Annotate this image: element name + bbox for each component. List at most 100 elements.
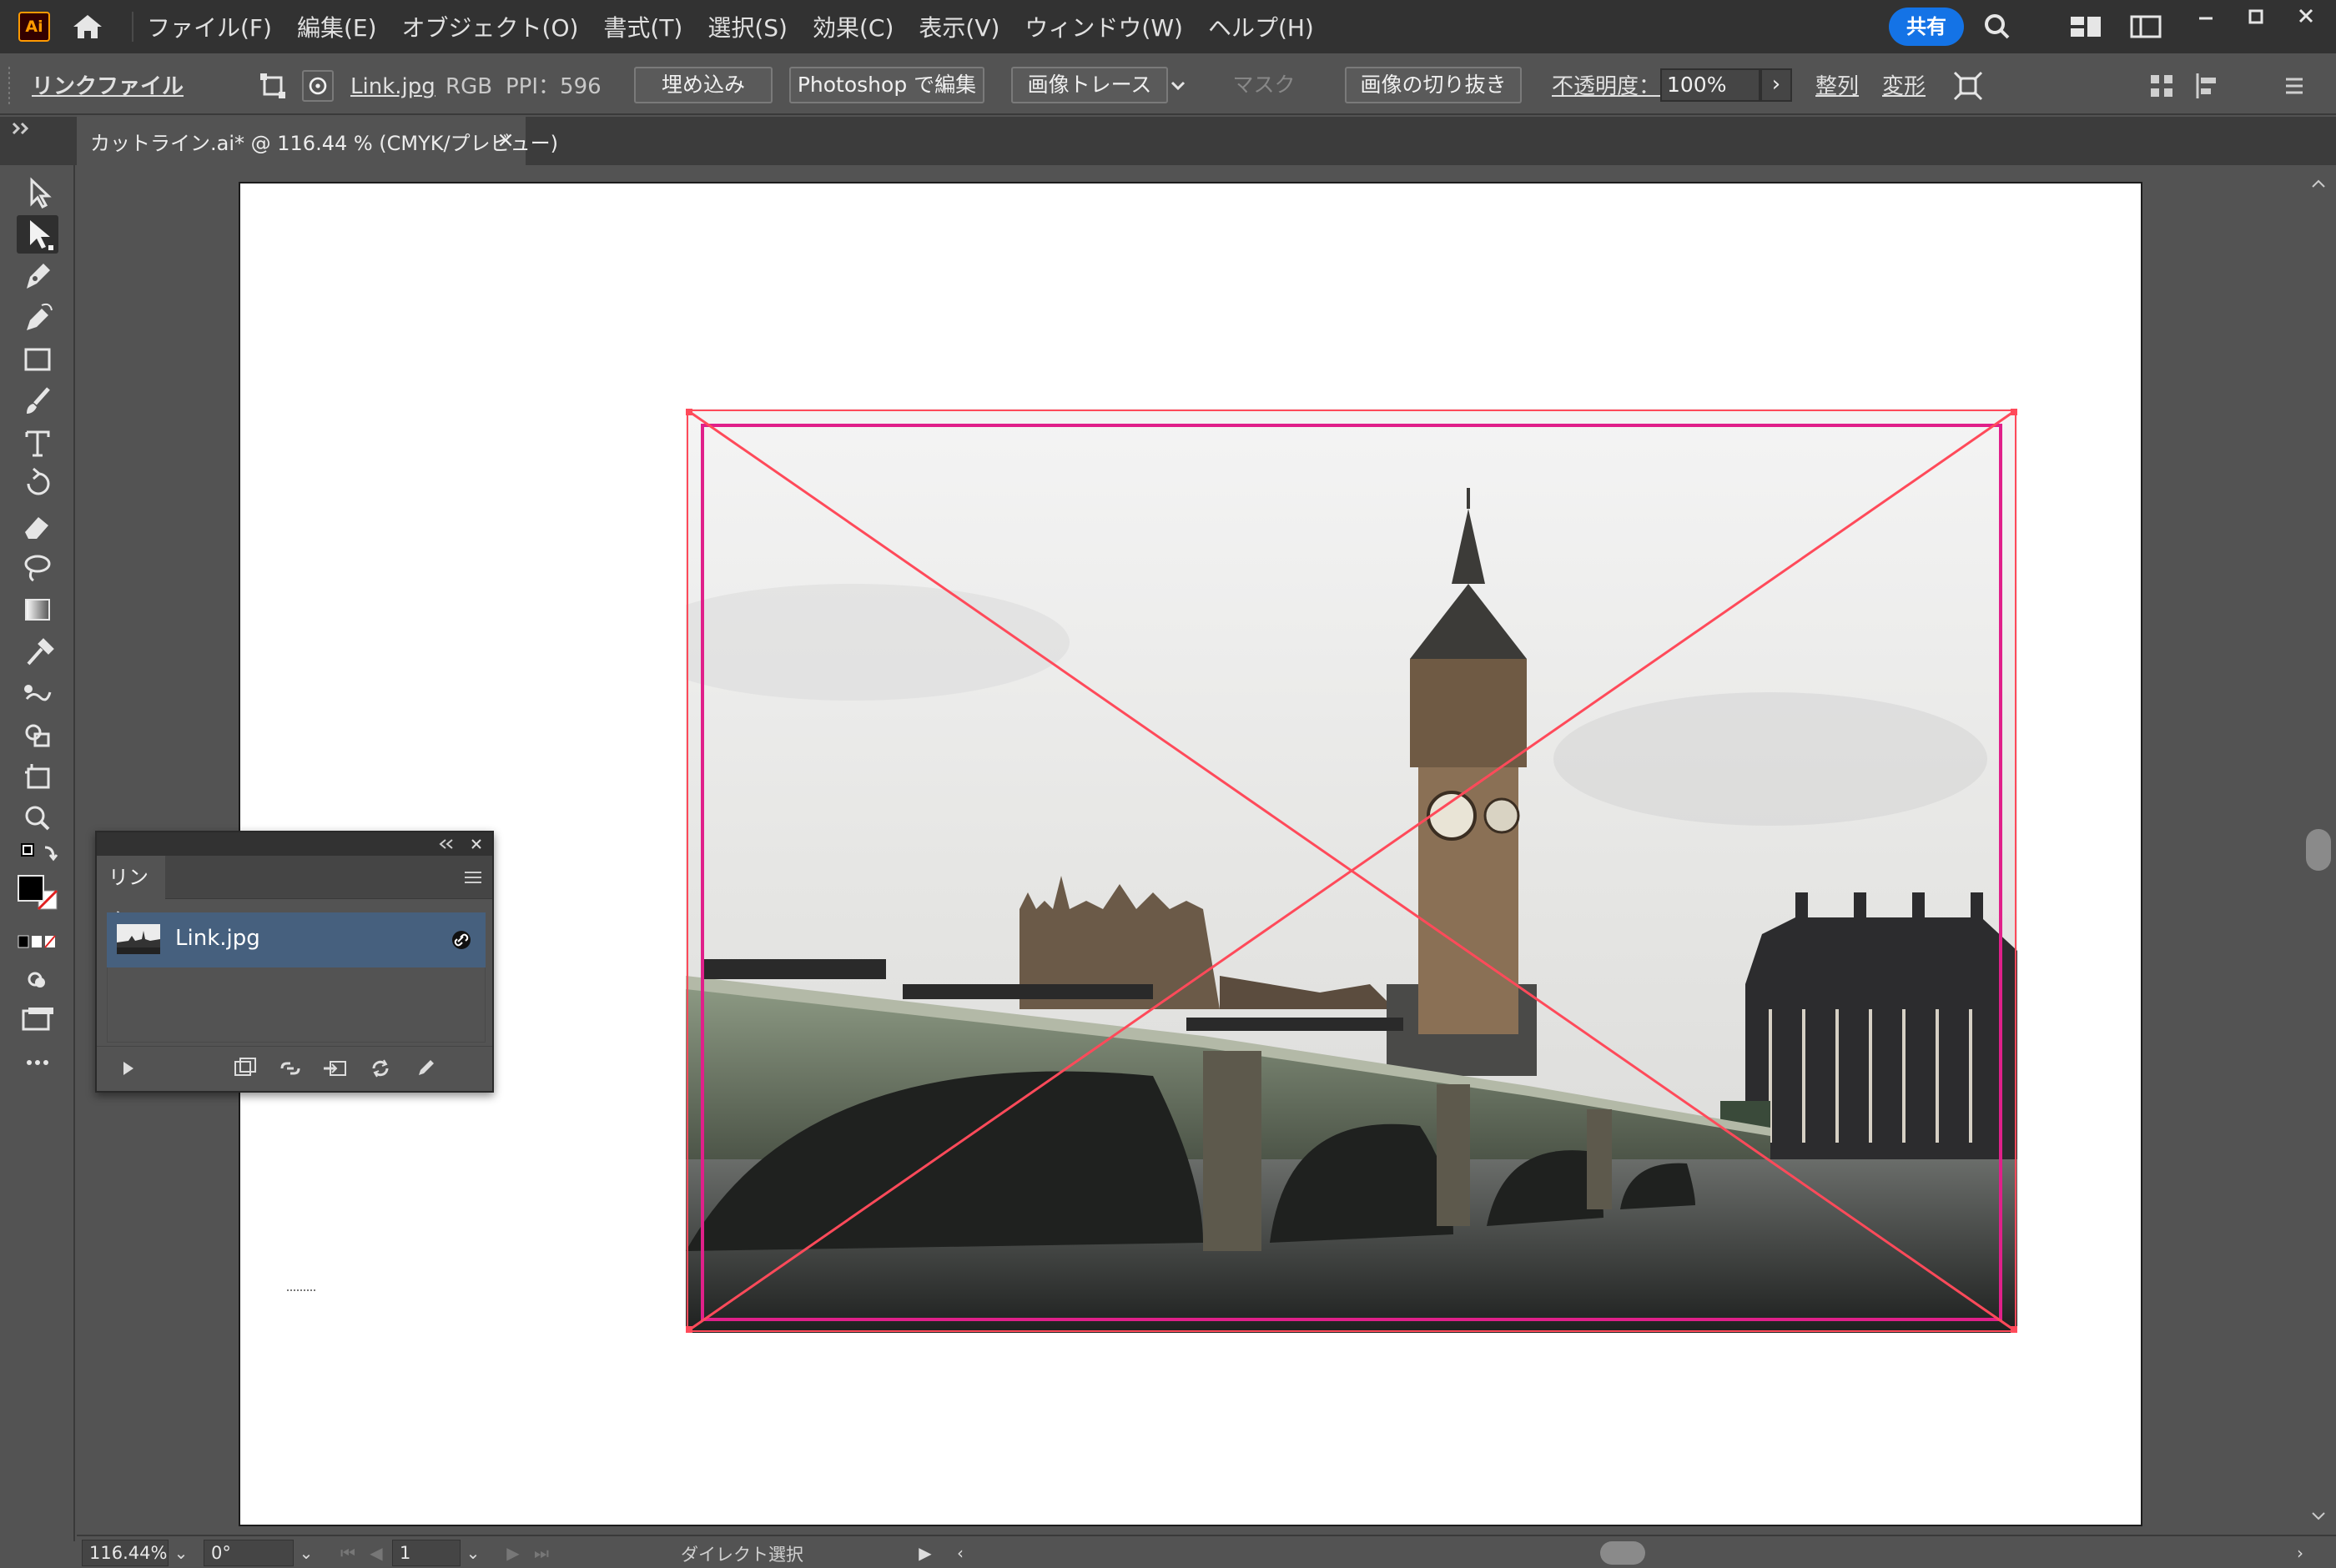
share-button[interactable]: 共有 — [1889, 8, 1964, 46]
close-tab-icon[interactable]: × — [494, 128, 517, 152]
menu-separator — [132, 12, 133, 42]
rectangle-tool-icon[interactable] — [17, 340, 58, 379]
menu-select[interactable]: 選択(S) — [707, 10, 788, 43]
control-bar-menu-icon[interactable] — [2278, 70, 2309, 102]
edit-in-photoshop-button[interactable]: Photoshop で編集 — [789, 67, 984, 103]
panel-resize-grip[interactable] — [285, 1287, 319, 1294]
align-link[interactable]: 整列 — [1815, 72, 1859, 102]
link-bounds-icon[interactable] — [257, 70, 289, 102]
zoom-level-field[interactable]: 116.44% — [82, 1540, 169, 1566]
scroll-up-icon[interactable] — [2309, 177, 2328, 190]
gradient-tool-icon[interactable] — [17, 591, 58, 629]
rotation-field[interactable]: 0° — [204, 1540, 294, 1566]
workspace-switcher-icon[interactable] — [2069, 13, 2102, 40]
lasso-tool-icon[interactable] — [17, 549, 58, 587]
document-tab-bar: カットライン.ai* @ 116.44 % (CMYK/プレビュー) × — [0, 117, 2336, 165]
edit-toolbar-icon[interactable] — [17, 1048, 58, 1078]
selection-tool-icon[interactable] — [17, 173, 58, 212]
last-artboard-icon[interactable]: ⏭ — [529, 1540, 554, 1566]
menu-effect[interactable]: 効果(C) — [813, 10, 894, 43]
control-bar: リンクファイル Link.jpg RGB PPI：596 埋め込み Photos… — [0, 58, 2336, 115]
relink-icon[interactable] — [275, 1057, 305, 1080]
menu-type[interactable]: 書式(T) — [603, 10, 682, 43]
selection-bounding-box[interactable] — [686, 409, 2017, 1333]
paintbrush-tool-icon[interactable] — [17, 382, 58, 420]
scroll-left-icon[interactable]: ‹ — [948, 1540, 973, 1566]
home-icon[interactable] — [70, 12, 105, 42]
blend-tool-icon[interactable] — [17, 674, 58, 712]
update-link-icon[interactable] — [365, 1057, 395, 1080]
links-panel-titlebar[interactable] — [97, 832, 492, 856]
pen-tool-icon[interactable] — [17, 257, 58, 295]
menu-edit[interactable]: 編集(E) — [297, 10, 377, 43]
link-file-label[interactable]: リンクファイル — [32, 72, 184, 102]
scroll-right-icon[interactable]: › — [2288, 1540, 2313, 1566]
menu-window[interactable]: ウィンドウ(W) — [1025, 10, 1183, 43]
isolate-object-icon[interactable] — [1952, 70, 1984, 102]
color-mode-icons[interactable] — [17, 929, 58, 954]
zoom-tool-icon[interactable] — [17, 799, 58, 837]
menu-help[interactable]: ヘルプ(H) — [1208, 10, 1314, 43]
vertical-scrollbar[interactable] — [2301, 165, 2336, 1535]
embed-button[interactable]: 埋め込み — [634, 67, 773, 103]
swap-fill-stroke-icon[interactable] — [17, 839, 58, 869]
image-trace-button[interactable]: 画像トレース — [1011, 67, 1168, 103]
opacity-arrow-icon[interactable]: › — [1760, 68, 1792, 102]
first-artboard-icon[interactable]: ⏮ — [335, 1540, 360, 1566]
menu-object[interactable]: オブジェクト(O) — [402, 10, 579, 43]
collapse-panel-icon[interactable] — [437, 837, 457, 851]
artboard-tool-icon[interactable] — [17, 757, 58, 796]
control-bar-grip-icon[interactable] — [5, 63, 13, 110]
screen-mode-icon[interactable] — [17, 1003, 58, 1036]
opacity-input[interactable]: 100% — [1660, 68, 1760, 102]
rotation-dropdown-icon[interactable]: ⌄ — [294, 1540, 319, 1566]
tab-links[interactable]: リンク — [97, 856, 165, 932]
eraser-tool-icon[interactable] — [17, 507, 58, 545]
artboard-dropdown-icon[interactable]: ⌄ — [461, 1540, 486, 1566]
mask-button[interactable]: マスク — [1201, 67, 1327, 103]
type-tool-icon[interactable] — [17, 424, 58, 462]
edit-original-icon[interactable] — [410, 1057, 441, 1080]
link-list-item[interactable]: Link.jpg — [107, 912, 486, 967]
collapse-toolbar-icon[interactable] — [12, 120, 32, 137]
status-menu-arrow-icon[interactable]: ▶ — [913, 1540, 938, 1566]
panel-menu-icon[interactable] — [462, 869, 484, 886]
go-to-link-icon[interactable] — [320, 1057, 350, 1080]
menu-view[interactable]: 表示(V) — [919, 10, 999, 43]
vertical-scroll-thumb[interactable] — [2306, 829, 2331, 871]
document-tab-label: カットライン.ai* @ 116.44 % (CMYK/プレビュー) — [90, 132, 558, 155]
drawing-mode-icon[interactable] — [17, 962, 58, 996]
previous-artboard-icon[interactable]: ◀ — [364, 1540, 389, 1566]
transform-link[interactable]: 変形 — [1882, 72, 1926, 102]
scroll-down-icon[interactable] — [2309, 1510, 2328, 1523]
horizontal-scroll-thumb[interactable] — [1600, 1541, 1645, 1565]
show-info-icon[interactable] — [118, 1057, 138, 1080]
opacity-label[interactable]: 不透明度： — [1552, 72, 1660, 102]
direct-selection-tool-icon[interactable] — [17, 215, 58, 254]
close-panel-icon[interactable] — [469, 837, 484, 852]
menu-file[interactable]: ファイル(F) — [147, 10, 272, 43]
crop-image-button[interactable]: 画像の切り抜き — [1345, 67, 1522, 103]
zoom-dropdown-icon[interactable]: ⌄ — [169, 1540, 194, 1566]
maximize-icon[interactable] — [2239, 5, 2273, 30]
minimize-icon[interactable] — [2189, 5, 2223, 30]
shape-builder-tool-icon[interactable] — [17, 716, 58, 754]
search-icon[interactable] — [1981, 12, 2014, 42]
reference-point-icon[interactable] — [302, 70, 334, 102]
arrange-documents-icon[interactable] — [2129, 13, 2162, 40]
linked-filename[interactable]: Link.jpg — [350, 72, 435, 102]
align-options-icon[interactable] — [2191, 70, 2223, 102]
arrange-icon[interactable] — [2146, 70, 2177, 102]
artboard[interactable] — [239, 182, 2142, 1526]
relink-from-libraries-icon[interactable] — [230, 1057, 260, 1080]
document-tab[interactable]: カットライン.ai* @ 116.44 % (CMYK/プレビュー) × — [77, 117, 558, 165]
next-artboard-icon[interactable]: ▶ — [501, 1540, 526, 1566]
curvature-tool-icon[interactable] — [17, 299, 58, 337]
rotate-tool-icon[interactable] — [17, 465, 58, 504]
artboard-number-field[interactable]: 1 — [392, 1540, 461, 1566]
current-tool-label: ダイレクト選択 — [681, 1545, 803, 1565]
image-trace-dropdown-icon[interactable] — [1166, 70, 1190, 102]
close-window-icon[interactable] — [2289, 5, 2323, 30]
eyedropper-tool-icon[interactable] — [17, 632, 58, 671]
fill-stroke-swatch[interactable] — [17, 872, 58, 924]
